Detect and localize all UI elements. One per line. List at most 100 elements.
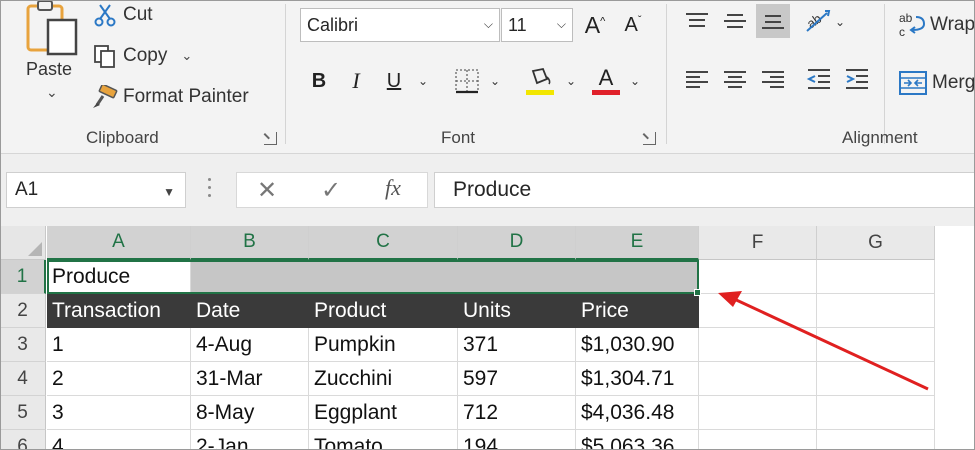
row-header-5[interactable]: 5 — [0, 396, 46, 430]
decrease-font-icon: Aˇ — [624, 13, 642, 36]
cell-e2[interactable]: Price — [576, 294, 699, 328]
font-color-button[interactable]: A — [590, 64, 622, 98]
align-right-icon — [762, 71, 784, 88]
bottom-align-button[interactable] — [756, 4, 790, 38]
column-header-c[interactable]: C — [309, 226, 458, 260]
copy-button[interactable]: Copy ⌄ — [91, 41, 192, 71]
decrease-font-size-button[interactable]: Aˇ — [618, 8, 648, 42]
cell-g2[interactable] — [817, 294, 935, 328]
cell-e4[interactable]: $1,304.71 — [576, 362, 699, 396]
cell-c6[interactable]: Tomato — [309, 430, 458, 450]
cell-f3[interactable] — [699, 328, 817, 362]
bold-button[interactable]: B — [305, 64, 333, 98]
column-header-a[interactable]: A — [47, 226, 191, 260]
row-header-6[interactable]: 6 — [0, 430, 46, 450]
font-dialog-launcher-icon[interactable] — [643, 132, 656, 145]
cell-d6[interactable]: 194 — [458, 430, 576, 450]
increase-font-size-button[interactable]: A^ — [580, 8, 610, 42]
cell-f1[interactable] — [699, 260, 817, 294]
formula-input[interactable]: Produce — [434, 172, 975, 208]
cell-e6[interactable]: $5,063.36 — [576, 430, 699, 450]
column-header-g[interactable]: G — [817, 226, 935, 260]
cell-f5[interactable] — [699, 396, 817, 430]
cell-b3[interactable]: 4-Aug — [191, 328, 309, 362]
cell-f6[interactable] — [699, 430, 817, 450]
cell-b1[interactable] — [191, 260, 309, 294]
select-all-corner[interactable] — [0, 226, 46, 260]
cell-a1[interactable]: Produce — [47, 260, 191, 294]
cell-a2[interactable]: Transaction — [47, 294, 191, 328]
cell-d3[interactable]: 371 — [458, 328, 576, 362]
chevron-down-icon[interactable]: ▼ — [163, 185, 175, 199]
cell-a5[interactable]: 3 — [47, 396, 191, 430]
column-header-d[interactable]: D — [458, 226, 576, 260]
font-size-select[interactable]: 11 ⌵ — [501, 8, 573, 42]
cell-b2[interactable]: Date — [191, 294, 309, 328]
column-header-b[interactable]: B — [191, 226, 309, 260]
fill-color-options-chevron-icon[interactable]: ⌄ — [566, 74, 576, 88]
cell-b6[interactable]: 2-Jan — [191, 430, 309, 450]
cell-e5[interactable]: $4,036.48 — [576, 396, 699, 430]
borders-button[interactable] — [449, 64, 485, 98]
cell-e3[interactable]: $1,030.90 — [576, 328, 699, 362]
cut-button[interactable]: Cut — [91, 0, 153, 30]
cell-c5[interactable]: Eggplant — [309, 396, 458, 430]
chevron-down-icon: ⌵ — [483, 17, 493, 31]
format-painter-button[interactable]: Format Painter — [91, 82, 249, 112]
cell-a6[interactable]: 4 — [47, 430, 191, 450]
font-name-select[interactable]: Calibri ⌵ — [300, 8, 500, 42]
cancel-x-icon[interactable]: ✕ — [257, 176, 277, 205]
cell-d5[interactable]: 712 — [458, 396, 576, 430]
row-header-1[interactable]: 1 — [0, 260, 46, 294]
cell-a3[interactable]: 1 — [47, 328, 191, 362]
underline-options-chevron-icon[interactable]: ⌄ — [418, 74, 428, 88]
fill-color-button[interactable] — [524, 64, 556, 98]
cell-c4[interactable]: Zucchini — [309, 362, 458, 396]
italic-button[interactable]: I — [342, 64, 370, 98]
cell-g4[interactable] — [817, 362, 935, 396]
cell-a4[interactable]: 2 — [47, 362, 191, 396]
cell-b5[interactable]: 8-May — [191, 396, 309, 430]
align-left-button[interactable] — [680, 62, 714, 96]
copy-dropdown-chevron-icon[interactable]: ⌄ — [181, 48, 192, 64]
cell-g6[interactable] — [817, 430, 935, 450]
cell-g5[interactable] — [817, 396, 935, 430]
cell-g3[interactable] — [817, 328, 935, 362]
column-header-f[interactable]: F — [699, 226, 817, 260]
insert-function-icon[interactable]: fx — [385, 175, 401, 201]
borders-options-chevron-icon[interactable]: ⌄ — [490, 74, 500, 88]
align-center-button[interactable] — [718, 62, 752, 96]
row-header-3[interactable]: 3 — [0, 328, 46, 362]
wrap-text-button[interactable]: ab c Wrap — [898, 10, 975, 40]
cell-f2[interactable] — [699, 294, 817, 328]
merge-center-button[interactable]: Merg — [898, 68, 975, 98]
middle-align-button[interactable] — [718, 4, 752, 38]
font-color-options-chevron-icon[interactable]: ⌄ — [630, 74, 640, 88]
cell-d4[interactable]: 597 — [458, 362, 576, 396]
name-box[interactable]: A1 ▼ — [6, 172, 186, 208]
fill-handle[interactable] — [694, 289, 701, 296]
column-header-e[interactable]: E — [576, 226, 699, 260]
cell-d1[interactable] — [458, 260, 576, 294]
cell-c1[interactable] — [309, 260, 458, 294]
increase-indent-button[interactable] — [840, 62, 874, 96]
decrease-indent-button[interactable] — [802, 62, 836, 96]
paste-dropdown-chevron-icon[interactable]: ⌄ — [46, 84, 58, 101]
cell-f4[interactable] — [699, 362, 817, 396]
cell-b4[interactable]: 31-Mar — [191, 362, 309, 396]
paste-button[interactable]: Paste ⌄ — [22, 0, 84, 112]
formula-bar-resize-handle[interactable] — [208, 178, 212, 198]
enter-check-icon[interactable]: ✓ — [321, 176, 341, 205]
cell-d2[interactable]: Units — [458, 294, 576, 328]
align-right-button[interactable] — [756, 62, 790, 96]
orientation-button[interactable]: ab ⌄ — [800, 4, 848, 38]
cell-e1[interactable] — [576, 260, 699, 294]
clipboard-dialog-launcher-icon[interactable] — [264, 132, 277, 145]
row-header-2[interactable]: 2 — [0, 294, 46, 328]
cell-g1[interactable] — [817, 260, 935, 294]
cell-c2[interactable]: Product — [309, 294, 458, 328]
underline-button[interactable]: U — [380, 64, 408, 98]
cell-c3[interactable]: Pumpkin — [309, 328, 458, 362]
top-align-button[interactable] — [680, 4, 714, 38]
row-header-4[interactable]: 4 — [0, 362, 46, 396]
